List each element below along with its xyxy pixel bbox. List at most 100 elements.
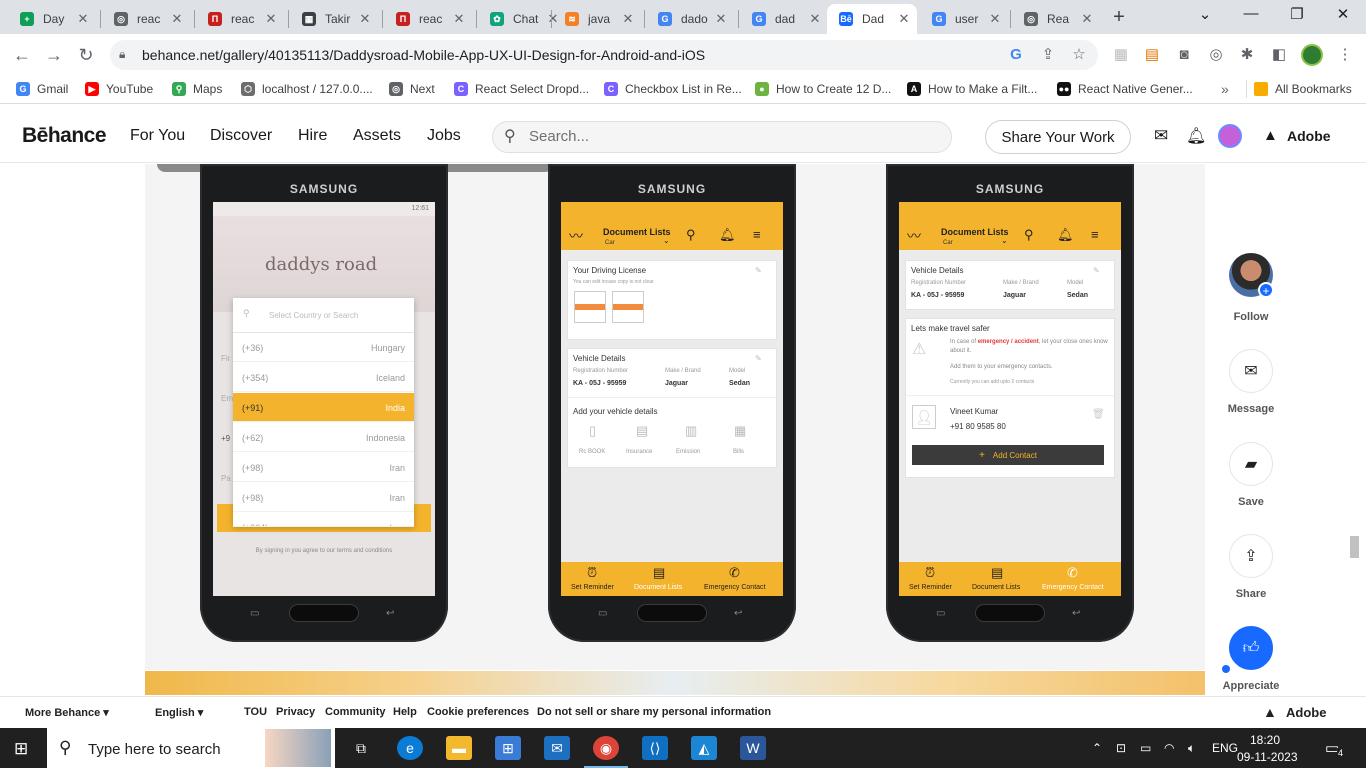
share-label[interactable]: Share	[1211, 588, 1291, 600]
bookmark-4[interactable]: ⬡ localhost / 127.0.0....	[241, 82, 373, 96]
close-tab-icon[interactable]: ✕	[168, 11, 186, 27]
nav-jobs[interactable]: Jobs	[427, 127, 461, 145]
task-view-icon[interactable]: ⧉	[348, 736, 374, 760]
tab-search-icon[interactable]: ⌄	[1194, 5, 1216, 27]
behance-logo[interactable]: Bēhance	[22, 124, 107, 148]
vscode-icon[interactable]: ⟨⟩	[642, 736, 668, 760]
close-tab-icon[interactable]: ✕	[619, 11, 637, 27]
share-your-work-button[interactable]: Share Your Work	[985, 120, 1131, 154]
footer-link-privacy[interactable]: Privacy	[276, 706, 315, 718]
close-tab-icon[interactable]: ✕	[450, 11, 468, 27]
browser-tab-4[interactable]: ▦ Takir ✕	[290, 4, 378, 34]
emission-icon[interactable]: ▥	[685, 423, 697, 439]
adobe-label[interactable]: Adobe	[1287, 128, 1331, 144]
battery-icon[interactable]: ▭	[1140, 741, 1151, 755]
language-dropdown[interactable]: English ▾	[155, 706, 203, 719]
adobe-logo-icon[interactable]: ▲	[1263, 704, 1277, 720]
bookmark-5[interactable]: ◎ Next	[389, 82, 435, 96]
language-indicator[interactable]: ENG	[1212, 741, 1238, 755]
page-scrollbar[interactable]	[1350, 536, 1359, 558]
footer-link-do-not-sell[interactable]: Do not sell or share my personal informa…	[537, 706, 771, 718]
nav-assets[interactable]: Assets	[353, 127, 401, 145]
follow-label[interactable]: Follow	[1211, 311, 1291, 323]
menu-icon[interactable]: ≡	[753, 227, 761, 242]
mail-icon[interactable]: ✉	[1154, 126, 1168, 146]
more-bookmarks-button[interactable]: »	[1221, 81, 1229, 97]
bookmark-10[interactable]: ●● React Native Gener...	[1057, 82, 1193, 96]
close-tab-icon[interactable]: ✕	[356, 11, 374, 27]
search-icon[interactable]: ⚲	[686, 227, 696, 243]
license-back-thumbnail[interactable]	[612, 291, 644, 323]
bottom-nav-set-reminder[interactable]: Set Reminder	[571, 584, 614, 591]
new-tab-button[interactable]: +	[1108, 6, 1130, 28]
bell-icon[interactable]: 🔔︎	[719, 227, 736, 243]
message-button[interactable]: ✉	[1229, 349, 1273, 393]
browser-tab-5[interactable]: Пreac ✕	[384, 4, 472, 34]
bottom-nav-emergency-contact[interactable]: Emergency Contact	[1042, 584, 1103, 591]
close-window-button[interactable]: ✕	[1332, 5, 1354, 27]
tray-network-adapter-icon[interactable]: ⊡	[1116, 741, 1126, 755]
footer-link-tou[interactable]: TOU	[244, 706, 267, 718]
browser-tab-10[interactable]: Bē Dad ✕	[827, 4, 917, 34]
doc-insurance[interactable]: Insurance	[626, 449, 652, 455]
file-explorer-icon[interactable]: ▬	[446, 736, 472, 760]
extension-1-icon[interactable]: ▦	[1112, 46, 1130, 64]
all-bookmarks-button[interactable]: All Bookmarks	[1254, 82, 1352, 96]
doc-rc-book[interactable]: Rc BOOK	[579, 449, 605, 455]
forward-button[interactable]: →	[43, 44, 65, 66]
close-tab-icon[interactable]: ✕	[806, 11, 824, 27]
save-label[interactable]: Save	[1211, 496, 1291, 508]
minimize-button[interactable]: —	[1240, 5, 1262, 27]
close-tab-icon[interactable]: ✕	[1078, 11, 1096, 27]
browser-tab-8[interactable]: Gdado ✕	[646, 4, 734, 34]
bookmark-6[interactable]: C React Select Dropd...	[454, 82, 589, 96]
tray-chevron-icon[interactable]: ⌃	[1092, 741, 1102, 755]
country-row[interactable]: (+62) Indonesia	[233, 423, 414, 452]
chevron-down-icon[interactable]: ⌄	[1001, 236, 1008, 245]
word-icon[interactable]: W	[740, 736, 766, 760]
store-icon[interactable]: ⊞	[495, 736, 521, 760]
rc-book-icon[interactable]: ▯	[589, 423, 596, 439]
share-page-icon[interactable]: ⇪	[1039, 46, 1057, 64]
save-button[interactable]: ▰	[1229, 442, 1273, 486]
edit-icon[interactable]: ✎	[755, 354, 762, 363]
bookmark-star-icon[interactable]: ☆	[1070, 46, 1088, 64]
menu-icon[interactable]: ≡	[1091, 227, 1099, 242]
mail-app-icon[interactable]: ✉	[544, 736, 570, 760]
footer-link-help[interactable]: Help	[393, 706, 417, 718]
browser-tab-11[interactable]: Guser ✕	[920, 4, 1008, 34]
footer-link-cookies[interactable]: Cookie preferences	[427, 706, 529, 718]
chevron-down-icon[interactable]: ⌄	[663, 236, 670, 245]
bell-icon[interactable]: 🔔︎	[1057, 227, 1074, 243]
bottom-nav-set-reminder[interactable]: Set Reminder	[909, 584, 952, 591]
windows-start-icon[interactable]: ⊞	[14, 739, 28, 759]
edit-icon[interactable]: ✎	[755, 266, 762, 275]
more-behance-dropdown[interactable]: More Behance ▾	[25, 706, 109, 719]
bookmark-2[interactable]: ▶ YouTube	[85, 82, 153, 96]
bottom-nav-document-lists[interactable]: Document Lists	[634, 584, 682, 591]
country-row[interactable]: (+36) Hungary	[233, 333, 414, 362]
browser-tab-9[interactable]: Gdad ✕	[740, 4, 828, 34]
close-tab-icon[interactable]: ✕	[986, 11, 1004, 27]
close-tab-icon[interactable]: ✕	[895, 11, 913, 27]
appreciate-label[interactable]: Appreciate	[1211, 680, 1291, 692]
edit-icon[interactable]: ✎	[1093, 266, 1100, 275]
chrome-icon[interactable]: ◉	[593, 736, 619, 760]
browser-tab-3[interactable]: Пreac ✕	[196, 4, 284, 34]
edge-icon[interactable]: e	[397, 736, 423, 760]
bookmark-7[interactable]: C Checkbox List in Re...	[604, 82, 742, 96]
profile-avatar[interactable]	[1301, 44, 1323, 66]
add-contact-button[interactable]: + Add Contact	[912, 445, 1104, 465]
browser-tab-7[interactable]: ≋ java ✕	[553, 4, 641, 34]
extensions-puzzle-icon[interactable]: ✱	[1238, 46, 1256, 64]
bookmark-9[interactable]: A How to Make a Filt...	[907, 82, 1037, 96]
clock-date[interactable]: 09-11-2023	[1237, 750, 1298, 764]
close-tab-icon[interactable]: ✕	[262, 11, 280, 27]
extension-3-icon[interactable]: ◎	[1207, 46, 1225, 64]
license-front-thumbnail[interactable]	[574, 291, 606, 323]
country-picker[interactable]: ⚲ Select Country or Search (+36) Hungary(…	[233, 298, 414, 527]
user-avatar[interactable]	[1218, 124, 1242, 148]
footer-link-community[interactable]: Community	[325, 706, 386, 718]
browser-tab-2[interactable]: ◎ reac ✕	[102, 4, 190, 34]
bookmark-1[interactable]: G Gmail	[16, 82, 68, 96]
